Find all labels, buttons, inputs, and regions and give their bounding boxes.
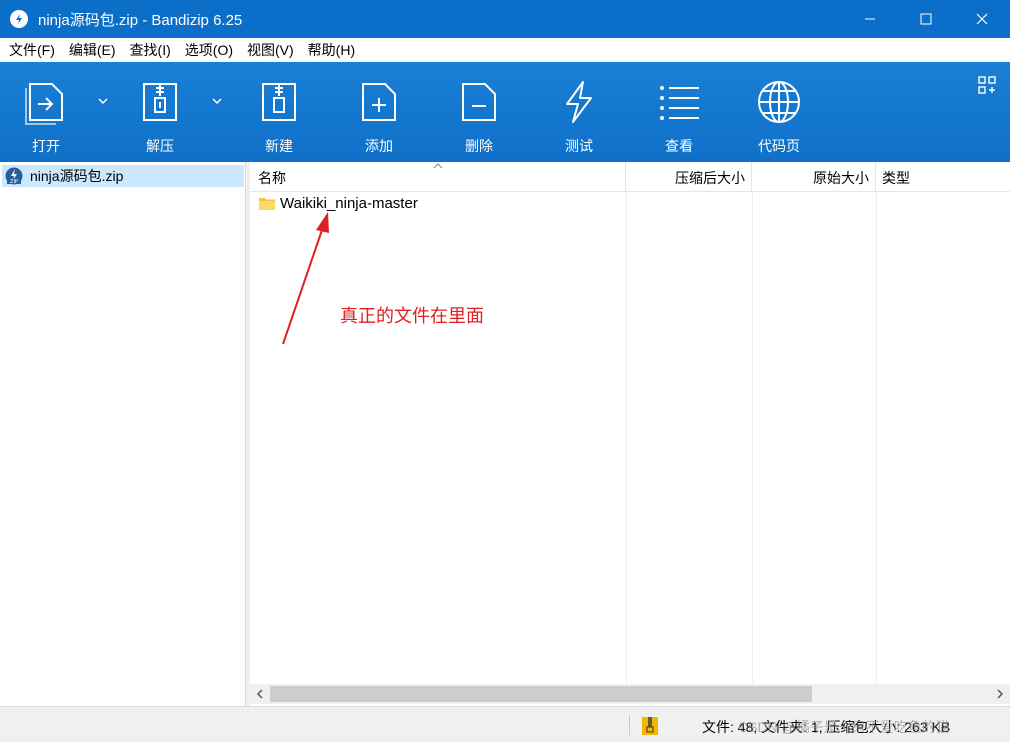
menu-options[interactable]: 选项(O): [176, 40, 238, 60]
status-bar: 文件: 48, 文件夹: 1, 压缩包大小: 263 KB CSDN @橘子是一…: [0, 706, 1010, 742]
test-label: 测试: [565, 138, 593, 154]
menu-edit[interactable]: 编辑(E): [60, 40, 121, 60]
minimize-button[interactable]: [842, 0, 898, 38]
extract-label: 解压: [146, 138, 174, 154]
list-view-icon: [660, 86, 699, 120]
annotation-arrow: [282, 212, 329, 345]
extract-dropdown-chevron-icon[interactable]: [210, 94, 224, 108]
column-header-packed-size[interactable]: 压缩后大小: [626, 162, 752, 192]
zip-archive-icon: ZIP: [5, 167, 23, 185]
maximize-button[interactable]: [898, 0, 954, 38]
window-title: ninja源码包.zip - Bandizip 6.25: [38, 11, 243, 29]
title-bar: ninja源码包.zip - Bandizip 6.25: [0, 0, 1010, 38]
list-item[interactable]: Waikiki_ninja-master: [250, 192, 1010, 214]
chevron-right-icon: [997, 689, 1004, 699]
svg-text:ZIP: ZIP: [10, 179, 18, 185]
open-button[interactable]: 打开: [4, 62, 88, 162]
archive-tree: ZIP ninja源码包.zip: [0, 162, 246, 706]
scroll-left-button[interactable]: [250, 684, 270, 704]
add-label: 添加: [365, 138, 393, 154]
layout-grid-icon[interactable]: [978, 76, 996, 94]
extract-button[interactable]: 解压: [118, 62, 202, 162]
extract-icon: [143, 83, 177, 121]
open-label: 打开: [32, 138, 60, 154]
bandizip-app-icon[interactable]: [10, 10, 28, 28]
annotation-text: 真正的文件在里面: [340, 306, 484, 326]
file-list: 名称 压缩后大小 原始大小 类型 Waikiki_ninja-master 真正…: [250, 162, 1010, 706]
tree-item-archive[interactable]: ZIP ninja源码包.zip: [2, 165, 244, 187]
view-button[interactable]: 查看: [637, 62, 721, 162]
column-header-original-size[interactable]: 原始大小: [752, 162, 876, 192]
scroll-thumb[interactable]: [270, 686, 812, 702]
delete-file-icon: [462, 83, 496, 121]
column-header-type[interactable]: 类型: [876, 162, 1010, 192]
delete-label: 删除: [465, 138, 493, 154]
new-archive-icon: [262, 83, 296, 121]
scroll-right-button[interactable]: [990, 684, 1010, 704]
add-file-icon: [362, 83, 396, 121]
open-dropdown-chevron-icon[interactable]: [96, 94, 110, 108]
new-button[interactable]: 新建: [237, 62, 321, 162]
lightning-test-icon: [566, 81, 592, 123]
sort-ascending-icon: [433, 163, 443, 169]
watermark-text: CSDN @橘子是一只不爱吃鱼的猫: [738, 719, 950, 735]
codepage-label: 代码页: [758, 138, 800, 154]
menu-help[interactable]: 帮助(H): [299, 40, 360, 60]
folder-icon: [259, 198, 275, 210]
close-button[interactable]: [954, 0, 1010, 38]
minimize-icon: [865, 18, 875, 20]
column-divider: [626, 192, 627, 684]
view-label: 查看: [665, 138, 693, 154]
list-header: 名称 压缩后大小 原始大小 类型: [250, 162, 1010, 192]
maximize-icon: [920, 13, 932, 25]
globe-icon: [758, 81, 800, 123]
menu-find[interactable]: 查找(I): [121, 40, 176, 60]
column-divider: [876, 192, 877, 684]
delete-button[interactable]: 删除: [437, 62, 521, 162]
close-icon: [976, 13, 988, 25]
codepage-button[interactable]: 代码页: [737, 62, 821, 162]
tree-item-label: ninja源码包.zip: [30, 168, 124, 184]
menu-file[interactable]: 文件(F): [0, 40, 60, 60]
status-separator: [629, 715, 630, 735]
column-divider: [752, 192, 753, 684]
new-label: 新建: [265, 138, 293, 154]
menu-view[interactable]: 视图(V): [238, 40, 299, 60]
add-button[interactable]: 添加: [337, 62, 421, 162]
open-icon: [25, 83, 63, 125]
archive-status-icon: [642, 717, 658, 735]
toolbar: 打开 解压 新建 添加 删除 测试 查看 代码页: [0, 62, 1010, 162]
horizontal-scrollbar[interactable]: [250, 684, 1010, 704]
file-name: Waikiki_ninja-master: [280, 194, 418, 212]
chevron-left-icon: [256, 689, 263, 699]
menu-bar: 文件(F) 编辑(E) 查找(I) 选项(O) 视图(V) 帮助(H): [0, 38, 1010, 62]
test-button[interactable]: 测试: [537, 62, 621, 162]
